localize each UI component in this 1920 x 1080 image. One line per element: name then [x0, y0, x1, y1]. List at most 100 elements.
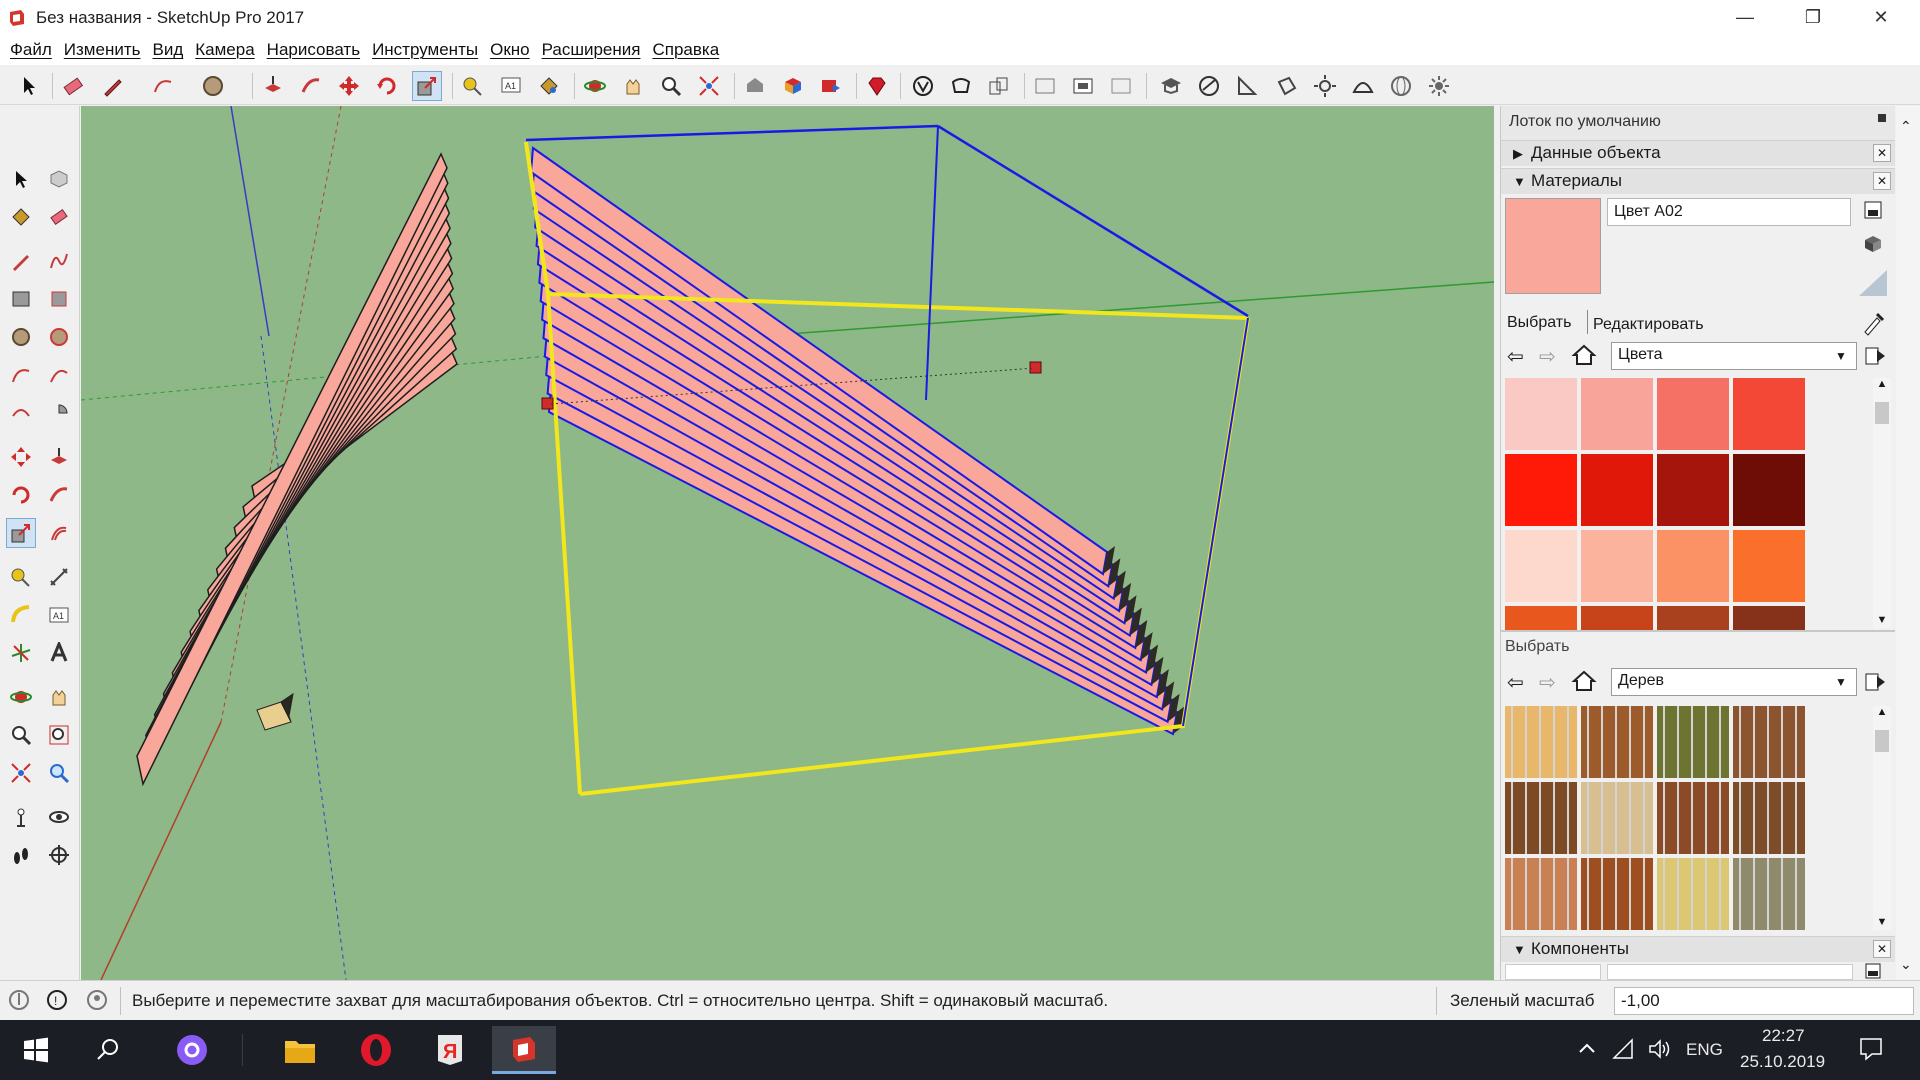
scale-icon[interactable]: [6, 518, 36, 548]
texture-swatch[interactable]: [1733, 782, 1805, 854]
component-name-field[interactable]: [1607, 964, 1853, 980]
fog-icon[interactable]: [1348, 71, 1378, 101]
pie-icon[interactable]: [44, 398, 74, 428]
zoom-extents-icon[interactable]: [694, 71, 724, 101]
ruby-icon[interactable]: [862, 71, 892, 101]
texture-swatch[interactable]: [1733, 706, 1805, 778]
orbit-icon[interactable]: [580, 71, 610, 101]
section-plane-icon[interactable]: [1030, 71, 1060, 101]
file-explorer-icon[interactable]: [268, 1026, 332, 1074]
components-header[interactable]: ▼ Компоненты ✕: [1501, 936, 1895, 962]
color-swatch[interactable]: [1733, 606, 1805, 632]
color-swatch[interactable]: [1505, 378, 1577, 450]
zoom-extents-icon[interactable]: [6, 758, 36, 788]
look-around-icon[interactable]: [44, 802, 74, 832]
scroll-thumb[interactable]: [1875, 730, 1889, 752]
restore-button[interactable]: ❐: [1778, 0, 1848, 35]
tray-scrollbar[interactable]: ⌃ ⌄: [1896, 106, 1920, 980]
notifications-icon[interactable]: [1858, 1036, 1884, 1062]
home-icon[interactable]: [1571, 342, 1597, 368]
section-display-icon[interactable]: [1068, 71, 1098, 101]
axes-icon[interactable]: [6, 638, 36, 668]
text-icon[interactable]: A1: [44, 600, 74, 630]
offset-icon[interactable]: [44, 518, 74, 548]
close-icon[interactable]: ✕: [1873, 172, 1891, 190]
solid-tools-icon[interactable]: [908, 71, 938, 101]
display-secondary-icon[interactable]: [1861, 198, 1885, 222]
three-point-arc-icon[interactable]: [6, 398, 36, 428]
color-swatch[interactable]: [1733, 378, 1805, 450]
zoom-icon[interactable]: [656, 71, 686, 101]
display-secondary-icon[interactable]: [1863, 962, 1883, 980]
pin-icon[interactable]: [1878, 114, 1886, 122]
scroll-down-icon[interactable]: ⌄: [1900, 956, 1912, 973]
model-canvas[interactable]: [81, 106, 1494, 980]
scale-grip-handle[interactable]: [1029, 361, 1042, 374]
paint-bucket-icon[interactable]: [534, 71, 564, 101]
position-camera-icon[interactable]: [6, 802, 36, 832]
home-icon[interactable]: [1571, 668, 1597, 694]
scroll-down-icon[interactable]: ▼: [1873, 916, 1891, 928]
rotate-icon[interactable]: [6, 480, 36, 510]
details-arrow-icon[interactable]: [1863, 344, 1887, 368]
back-arrow-icon[interactable]: ⇦: [1507, 670, 1531, 694]
entity-info-header[interactable]: ▶ Данные объекта ✕: [1501, 140, 1895, 166]
intersect-icon[interactable]: [984, 71, 1014, 101]
color-swatch[interactable]: [1505, 606, 1577, 632]
menu-edit[interactable]: Изменить: [58, 40, 147, 60]
close-icon[interactable]: ✕: [1873, 940, 1891, 958]
orbit-icon[interactable]: [6, 682, 36, 712]
texture-swatch[interactable]: [1657, 782, 1729, 854]
color-swatch[interactable]: [1733, 530, 1805, 602]
windows-start-icon[interactable]: [4, 1026, 68, 1074]
material-preview-swatch[interactable]: [1505, 198, 1601, 294]
move-icon[interactable]: [334, 71, 364, 101]
section-plane-icon[interactable]: [44, 840, 74, 870]
default-material-icon[interactable]: [1857, 268, 1889, 298]
tape-measure-icon[interactable]: [6, 562, 36, 592]
details-arrow-icon[interactable]: [1863, 670, 1887, 694]
tape-measure-icon[interactable]: [458, 71, 488, 101]
geolocation-icon[interactable]: [8, 989, 30, 1011]
menu-view[interactable]: Вид: [146, 40, 189, 60]
rectangle-icon[interactable]: [6, 284, 36, 314]
instructor-icon[interactable]: [1156, 71, 1186, 101]
tab-edit[interactable]: Редактировать: [1593, 316, 1704, 334]
color-swatch[interactable]: [1581, 530, 1653, 602]
clock-date[interactable]: 25.10.2019: [1740, 1052, 1825, 1072]
texture-swatch[interactable]: [1581, 706, 1653, 778]
library-select[interactable]: Цвета ▼: [1611, 342, 1857, 370]
two-point-arc-icon[interactable]: [44, 360, 74, 390]
show-hidden-icons-chevron-icon[interactable]: [1576, 1038, 1598, 1060]
arc-icon[interactable]: [6, 360, 36, 390]
freehand-icon[interactable]: [44, 246, 74, 276]
yandex-browser-icon[interactable]: Я: [418, 1026, 482, 1074]
texture-swatch[interactable]: [1505, 706, 1577, 778]
zoom-icon[interactable]: [6, 720, 36, 750]
texture-swatch[interactable]: [1581, 858, 1653, 930]
circle-icon[interactable]: [198, 71, 228, 101]
color-grid-scrollbar[interactable]: ▲ ▼: [1873, 378, 1891, 628]
move-icon[interactable]: [6, 442, 36, 472]
zoom-window-icon[interactable]: [44, 720, 74, 750]
close-icon[interactable]: ✕: [1873, 144, 1891, 162]
menu-extensions[interactable]: Расширения: [536, 40, 647, 60]
pan-icon[interactable]: [618, 71, 648, 101]
paint-bucket-icon[interactable]: [6, 202, 36, 232]
select-icon[interactable]: [6, 164, 36, 194]
color-swatch[interactable]: [1581, 606, 1653, 632]
menu-camera[interactable]: Камера: [189, 40, 260, 60]
circle-icon[interactable]: [6, 322, 36, 352]
styles-icon[interactable]: [1194, 71, 1224, 101]
3d-text-icon[interactable]: [44, 638, 74, 668]
credits-icon[interactable]: !: [46, 989, 68, 1011]
pencil-icon[interactable]: [98, 71, 128, 101]
back-arrow-icon[interactable]: ⇦: [1507, 344, 1531, 368]
color-swatch[interactable]: [1657, 530, 1729, 602]
previous-view-icon[interactable]: [44, 758, 74, 788]
texture-swatch[interactable]: [1505, 782, 1577, 854]
volume-icon[interactable]: [1648, 1038, 1672, 1060]
section-cut-icon[interactable]: [1106, 71, 1136, 101]
user-account-icon[interactable]: [86, 989, 108, 1011]
texture-swatch[interactable]: [1505, 858, 1577, 930]
